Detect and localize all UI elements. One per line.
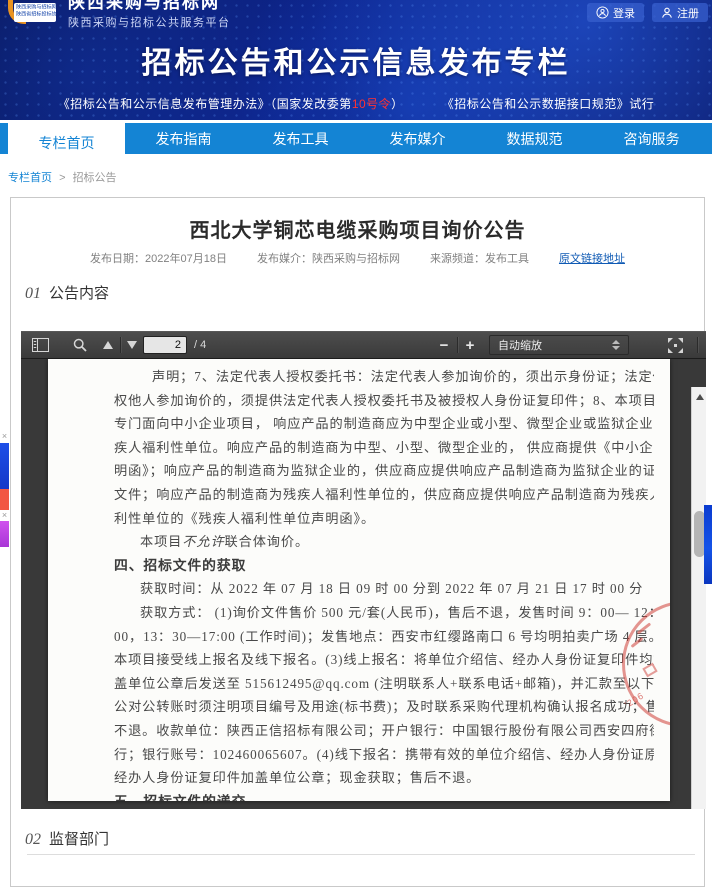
pdf-toolbar: / 4 − + 自动缩放 <box>21 331 706 359</box>
banner-title: 招标公告和公示信息发布专栏 <box>0 38 712 82</box>
pdf-text-block: 声明；7、法定代表人授权委托书：法定代表人参加询价的，须出示身份证；法定代表人授… <box>48 359 670 801</box>
pdf-page: 声明；7、法定代表人授权委托书：法定代表人参加询价的，须出示身份证；法定代表人授… <box>48 359 670 801</box>
minus-icon: − <box>440 338 449 353</box>
article-meta-row: 发布日期：2022年07月18日 发布媒介：陕西采购与招标网 来源频道：发布工具 原文… <box>11 250 704 266</box>
logo-association-box: 陕西采购与招标网 陕西省招标投标协会 <box>14 3 56 22</box>
pdf-scrollbar[interactable] <box>691 387 706 809</box>
pdf-text-line: 明函》；响应产品的制造商为监狱企业的，供应商应提供响应产品制造商为监狱企业的证明 <box>114 459 654 483</box>
site-banner: 陕西采购与招标网 陕西省招标投标协会 陕西采购与招标网 陕西采购与招标公共服务平… <box>0 0 712 120</box>
pdf-zoom-in-button[interactable]: + <box>459 335 481 355</box>
left-floater-red-widget[interactable] <box>0 489 9 510</box>
plus-icon: + <box>466 338 475 353</box>
pdf-text-line: 权他人参加询价的，须提供法定代表人授权委托书及被授权人身份证复印件；8、本项目为 <box>114 389 654 413</box>
section-number: 01 <box>25 285 41 303</box>
pdf-viewer: / 4 − + 自动缩放 声明；7、法定代表人授权委托书：法定代表人参加询价的，… <box>21 331 706 809</box>
article-meta-item: 发布日期：2022年07月18日 <box>90 250 227 266</box>
pdf-text-line: 四、招标文件的获取 <box>114 554 654 578</box>
section-title: 监督部门 <box>49 828 109 849</box>
toolbar-separator <box>457 337 458 353</box>
pdf-text-line: 盖单位公章后发送至 515612495@qq.com (注明联系人+联系电话+邮… <box>114 672 654 696</box>
tab-2[interactable]: 发布指南 <box>125 123 242 154</box>
section-divider <box>27 854 695 855</box>
floater-close-icon[interactable]: × <box>0 511 9 520</box>
article-meta-item: 来源频道：发布工具 <box>430 250 529 266</box>
pdf-body: 声明；7、法定代表人授权委托书：法定代表人参加询价的，须出示身份证；法定代表人授… <box>21 359 706 809</box>
pdf-text-line: 公对公转账时须注明项目编号及用途(标书费)；及时联系采购代理机构确认报名成功；售… <box>114 695 654 719</box>
login-button[interactable]: 登录 <box>587 3 644 22</box>
logo-subtitle: 陕西采购与招标公共服务平台 <box>68 14 231 30</box>
left-floater-blue-widget[interactable] <box>0 443 9 489</box>
pdf-text-line: 专门面向中小企业项目， 响应产品的制造商应为中型企业或小型、微型企业或监狱企业或… <box>114 412 654 436</box>
pdf-text-line: 疾人福利性单位。响应产品的制造商为中型、小型、微型企业的， 供应商提供《中小企业… <box>114 436 654 460</box>
logo-title: 陕西采购与招标网 <box>68 0 231 12</box>
section-announcement-content: 01 公告内容 <box>25 282 109 303</box>
pdf-text-line: 五、招标文件的递交 <box>114 790 654 801</box>
breadcrumb-home-link[interactable]: 专栏首页 <box>8 172 52 184</box>
logo-text: 陕西采购与招标网 陕西采购与招标公共服务平台 <box>68 0 231 30</box>
pdf-next-page-button[interactable] <box>121 335 143 355</box>
floater-close-icon[interactable]: × <box>0 432 9 441</box>
tab-3[interactable]: 发布工具 <box>242 123 359 154</box>
pdf-text-line: 获取方式： (1)询价文件售价 500 元/套(人民币)，售后不退，发售时间 9… <box>114 601 654 625</box>
pdf-text-line: 声明；7、法定代表人授权委托书：法定代表人参加询价的，须出示身份证；法定代表人授 <box>114 365 654 389</box>
section-number: 02 <box>25 831 41 849</box>
scrollbar-up-button[interactable] <box>692 389 706 404</box>
pdf-presentation-mode-button[interactable] <box>664 335 686 355</box>
logo-mini-line2: 陕西省招标投标协会 <box>16 12 48 18</box>
pdf-text-line: 本项目接受线上报名及线下报名。(3)线上报名：将单位介绍信、经办人身份证复印件均… <box>114 648 654 672</box>
banner-sub-red-decree: 10号令 <box>352 97 391 111</box>
right-floater-blue-widget[interactable] <box>704 505 712 584</box>
pdf-text-line: 行；银行账号：102460065607。(4)线下报名：携带有效的单位介绍信、经… <box>114 743 654 767</box>
tab-5[interactable]: 数据规范 <box>476 123 593 154</box>
pdf-page-number-input[interactable] <box>143 336 187 354</box>
register-label: 注册 <box>677 5 699 21</box>
tab-6[interactable]: 咨询服务 <box>593 123 710 154</box>
up-arrow-icon <box>696 394 704 400</box>
pdf-text-line: 获取时间：从 2022 年 07 月 18 日 09 时 00 分到 2022 … <box>114 577 654 601</box>
left-floater-purple-widget[interactable] <box>0 521 9 547</box>
toolbar-separator <box>697 337 698 353</box>
register-button[interactable]: 注册 <box>652 3 708 22</box>
breadcrumb-separator: > <box>59 172 65 184</box>
site-logo[interactable]: 陕西采购与招标网 陕西省招标投标协会 陕西采购与招标网 陕西采购与招标公共服务平… <box>8 0 231 30</box>
section-title: 公告内容 <box>49 282 109 303</box>
pdf-zoom-mode-value: 自动缩放 <box>498 337 542 353</box>
pdf-text-line: 经办人身份证复印件加盖单位公章；现金获取；售后不退。 <box>114 766 654 790</box>
content-box: 西北大学铜芯电缆采购项目询价公告 发布日期：2022年07月18日 发布媒介：陕西… <box>10 197 705 887</box>
pdf-text-line: 本项目不允许联合体询价。 <box>114 530 654 554</box>
breadcrumb-current: 招标公告 <box>73 172 117 184</box>
auth-buttons: 登录 注册 <box>587 3 708 22</box>
login-label: 登录 <box>613 5 635 21</box>
pdf-previous-page-button[interactable] <box>97 335 119 355</box>
pdf-text-line: 文件；响应产品的制造商为残疾人福利性单位的，供应商应提供响应产品制造商为残疾人福 <box>114 483 654 507</box>
down-arrow-icon <box>127 341 137 349</box>
up-arrow-icon <box>103 341 113 349</box>
section-supervision-department: 02 监督部门 <box>25 828 109 849</box>
login-person-circle-icon <box>596 6 609 19</box>
pdf-text-line: 00，13：30—17:00 (工作时间)；发售地点：西安市红缨路南口 6 号均… <box>114 625 654 649</box>
banner-sub-close: ） <box>391 97 404 111</box>
pdf-page-total: / 4 <box>194 339 206 351</box>
register-person-icon <box>661 7 673 19</box>
pdf-search-button[interactable] <box>69 335 91 355</box>
banner-subline: 《招标公告和公示信息发布管理办法》（国家发改委第10号令） 《招标公告和公示数据接… <box>0 95 712 112</box>
main-nav: 专栏首页发布指南发布工具发布媒介数据规范咨询服务 <box>0 123 712 154</box>
logo-mark: 陕西采购与招标网 陕西省招标投标协会 <box>8 0 60 26</box>
original-link[interactable]: 原文链接地址 <box>559 250 625 266</box>
tab-1[interactable]: 专栏首页 <box>8 123 125 162</box>
pdf-text-line: 不退。收款单位：陕西正信招标有限公司；开户银行：中国银行股份有限公司西安四府街支 <box>114 719 654 743</box>
pdf-zoom-out-button[interactable]: − <box>433 335 455 355</box>
breadcrumb: 专栏首页 > 招标公告 <box>8 169 117 185</box>
select-caret-icon <box>612 340 620 350</box>
logo-mini-line1: 陕西采购与招标网 <box>16 5 48 11</box>
banner-sub-suffix: 《招标公告和公示数据接口规范》试行 <box>442 97 655 111</box>
pdf-zoom-mode-select[interactable]: 自动缩放 <box>489 335 629 355</box>
article-title: 西北大学铜芯电缆采购项目询价公告 <box>11 214 704 243</box>
tab-4[interactable]: 发布媒介 <box>359 123 476 154</box>
pdf-sidebar-toggle-button[interactable] <box>29 335 51 355</box>
article-meta-item: 发布媒介：陕西采购与招标网 <box>257 250 400 266</box>
pdf-text-line: 利性单位的《残疾人福利性单位声明函》。 <box>114 507 654 531</box>
banner-sub-prefix: 《招标公告和公示信息发布管理办法》（国家发改委第 <box>58 97 352 111</box>
